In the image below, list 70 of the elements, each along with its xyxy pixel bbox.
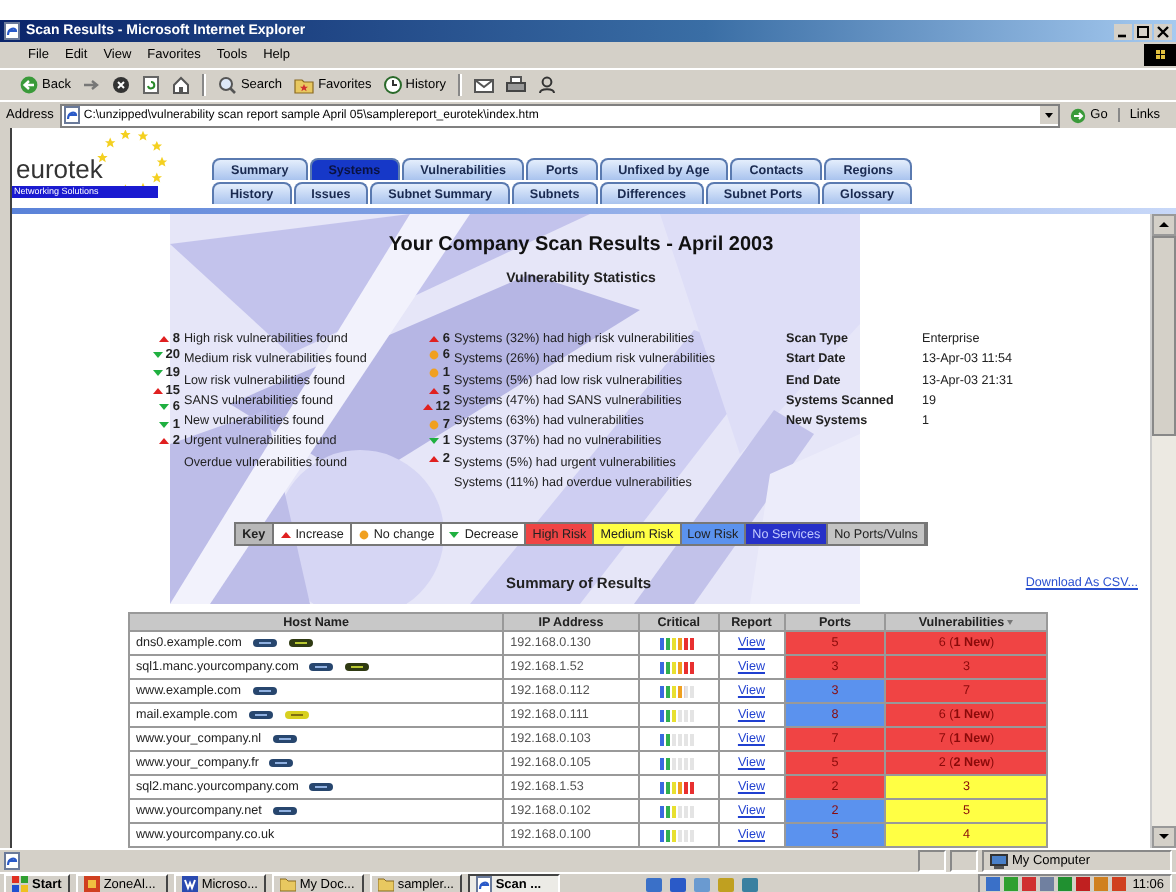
scroll-down-icon[interactable] — [1152, 826, 1176, 848]
forward-arrow-icon — [82, 76, 101, 94]
app-icon — [377, 876, 394, 892]
severity-meter — [660, 829, 697, 841]
severity-meter — [660, 805, 697, 817]
minimize-icon[interactable] — [1114, 23, 1132, 39]
severity-meter — [660, 757, 697, 769]
tag-icon — [271, 734, 298, 744]
home-icon — [172, 76, 191, 94]
stop-button[interactable] — [108, 72, 135, 98]
tag-icon — [247, 710, 274, 720]
tag-icon — [344, 662, 371, 672]
printer-icon — [506, 76, 527, 94]
severity-meter — [660, 637, 697, 649]
up-arrow-icon — [158, 333, 171, 344]
page-heading: Your Company Scan Results - April 2003 — [386, 234, 776, 258]
close-icon[interactable] — [1154, 23, 1172, 39]
severity-meter — [660, 781, 697, 793]
quick-launch-icons-drawing[interactable] — [645, 875, 762, 892]
up-arrow-icon — [428, 333, 441, 344]
folder-star-icon — [294, 76, 315, 94]
sort-icon[interactable] — [1006, 618, 1015, 626]
up-arrow-icon — [428, 453, 441, 464]
windows-logo-icon — [1144, 44, 1176, 66]
tag-icon — [287, 638, 314, 648]
refresh-button[interactable] — [138, 72, 165, 98]
tag-icon — [251, 638, 278, 648]
down-arrow-icon — [448, 529, 461, 539]
dot-icon — [357, 529, 370, 539]
scrollbar-thumb[interactable] — [1152, 236, 1176, 436]
go-arrow-icon — [1070, 107, 1087, 123]
tag-icon — [308, 662, 335, 672]
browser-page-icon — [63, 106, 80, 124]
maximize-icon[interactable] — [1134, 23, 1152, 39]
print-button[interactable] — [502, 72, 531, 98]
tag-icon — [251, 686, 277, 696]
dot-icon — [428, 419, 441, 430]
search-icon — [218, 76, 237, 94]
scroll-up-icon[interactable] — [1152, 214, 1176, 236]
dot-icon — [428, 350, 441, 361]
up-arrow-icon — [151, 385, 164, 396]
severity-meter — [660, 685, 697, 697]
refresh-icon — [142, 76, 161, 94]
back-arrow-icon — [20, 76, 38, 94]
messenger-button[interactable] — [534, 72, 561, 98]
clock-icon — [383, 76, 402, 94]
severity-meter — [660, 661, 697, 673]
tray-icons-drawing[interactable] — [986, 876, 1127, 892]
severity-meter — [660, 733, 697, 745]
stop-icon — [112, 76, 131, 94]
home-button[interactable] — [168, 72, 195, 98]
app-icon — [279, 876, 296, 892]
status-panel — [918, 850, 946, 872]
up-arrow-icon — [158, 436, 171, 447]
down-arrow-icon — [428, 436, 441, 447]
tag-icon — [283, 710, 310, 720]
person-icon — [538, 76, 557, 94]
up-arrow-icon — [279, 529, 292, 539]
app-icon — [83, 876, 100, 892]
envelope-icon — [474, 76, 495, 94]
tag-icon — [308, 782, 335, 792]
windows-flag-icon — [12, 876, 28, 892]
dot-icon — [428, 367, 441, 378]
severity-meter — [660, 709, 697, 721]
logo-name: eurotek — [16, 156, 105, 182]
status-panel — [950, 850, 978, 872]
tag-icon — [268, 758, 295, 768]
tag-icon — [271, 806, 298, 816]
browser-page-icon — [4, 22, 20, 40]
computer-icon — [990, 853, 1008, 869]
